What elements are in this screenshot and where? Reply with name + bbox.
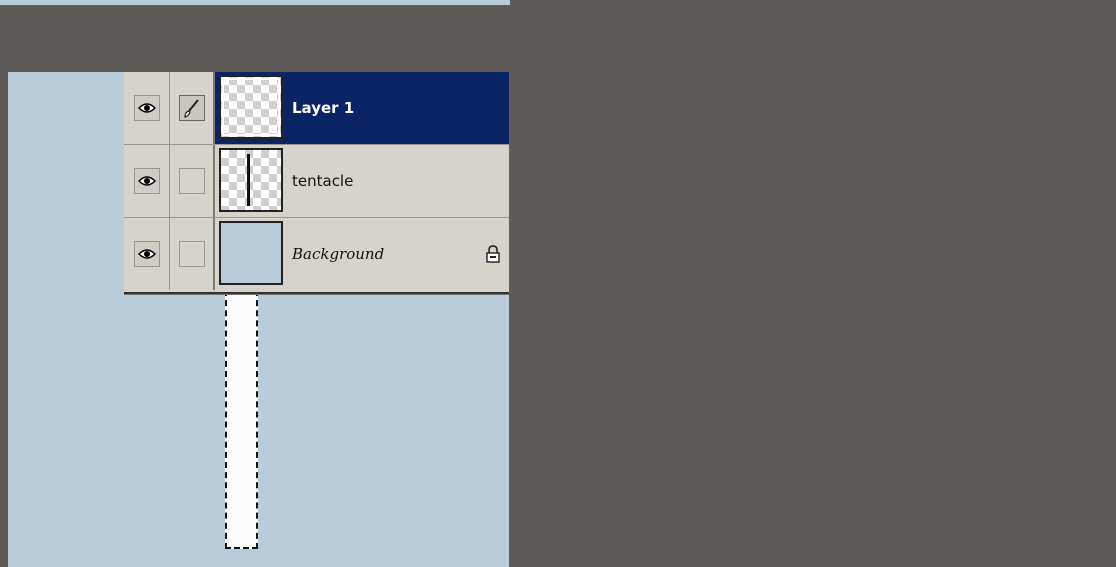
layers-panel: Layer 1 tentacle Background (124, 72, 509, 294)
brush-icon[interactable] (178, 95, 205, 121)
visibility-cell[interactable] (124, 145, 170, 217)
link-cell[interactable] (170, 218, 215, 290)
layer-row-background[interactable]: Background (124, 218, 509, 290)
layer-name: Layer 1 (292, 99, 355, 117)
layer-row-layer-1[interactable]: Layer 1 (124, 72, 509, 145)
marquee-selection[interactable] (225, 290, 258, 549)
layer-name: tentacle (292, 172, 354, 190)
link-cell[interactable] (170, 145, 215, 217)
layer-thumbnail (219, 221, 283, 285)
visibility-cell[interactable] (124, 218, 170, 290)
eye-icon[interactable] (133, 95, 160, 121)
layer-row-tentacle[interactable]: tentacle (124, 145, 509, 218)
visibility-cell[interactable] (124, 72, 170, 144)
layer-thumbnail (219, 148, 283, 212)
tentacle-bar (247, 154, 250, 206)
link-cell[interactable] (170, 72, 215, 144)
layer-name-area[interactable]: Background (215, 218, 509, 290)
layer-name-area[interactable]: Layer 1 (215, 72, 509, 144)
lock-icon (486, 245, 500, 263)
link-box[interactable] (178, 168, 205, 194)
canvas-top-strip (0, 0, 510, 5)
eye-icon[interactable] (133, 241, 160, 267)
eye-icon[interactable] (133, 168, 160, 194)
layer-thumbnail (219, 75, 283, 139)
layer-name: Background (292, 245, 385, 263)
link-box[interactable] (178, 241, 205, 267)
layer-name-area[interactable]: tentacle (215, 145, 509, 217)
